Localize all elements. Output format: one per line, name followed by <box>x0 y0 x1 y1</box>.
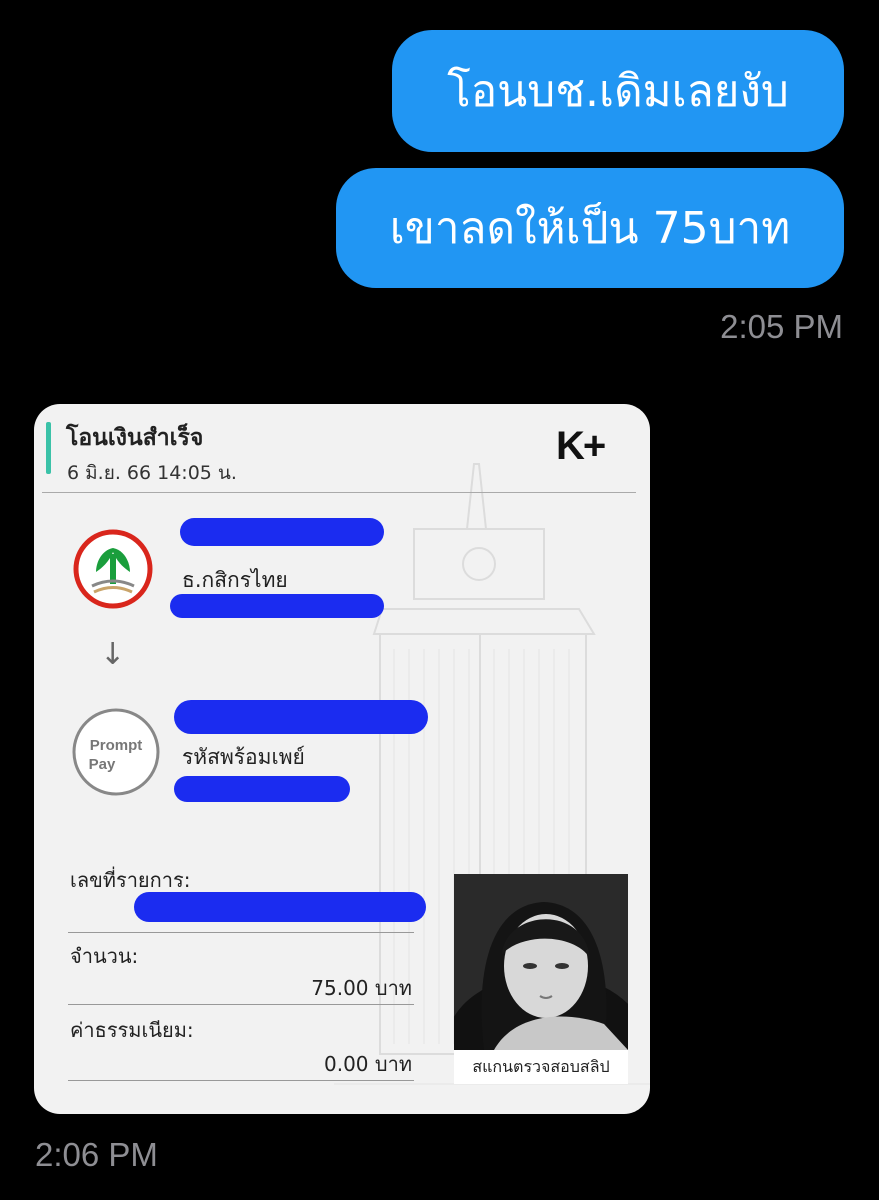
timestamp-received: 2:06 PM <box>35 1136 158 1173</box>
message-bubble-1[interactable]: โอนบช.เดิมเลยงับ <box>392 30 844 152</box>
kasikorn-bank-icon <box>73 529 153 609</box>
fee-value: 0.00 บาท <box>324 1052 412 1076</box>
amount-label: จำนวน: <box>70 944 139 968</box>
slip-title: โอนเงินสำเร็จ <box>66 425 204 451</box>
redaction-reference <box>134 892 426 922</box>
redaction-sender-account <box>170 594 384 618</box>
redaction-recipient-name <box>174 700 428 734</box>
redaction-sender-name <box>180 518 384 546</box>
recipient-service: รหัสพร้อมเพย์ <box>182 745 305 769</box>
header-divider <box>42 492 636 493</box>
arrow-down-icon: ↓ <box>100 637 126 672</box>
amount-value: 75.00 บาท <box>311 976 412 1000</box>
transfer-slip-image[interactable]: โอนเงินสำเร็จ 6 มิ.ย. 66 14:05 น. K+ ธ.ก… <box>34 404 650 1114</box>
timestamp-sent: 2:05 PM <box>720 308 843 345</box>
title-accent-bar <box>46 422 51 474</box>
kplus-logo: K+ <box>556 424 606 469</box>
portrait-image <box>446 874 646 1114</box>
message-bubble-2[interactable]: เขาลดให้เป็น 75บาท <box>336 168 844 288</box>
message-text-1: โอนบช.เดิมเลยงับ <box>447 66 789 117</box>
verification-photo: สแกนตรวจสอบสลิป <box>446 874 646 1114</box>
message-text-2: เขาลดให้เป็น 75บาท <box>389 203 791 254</box>
amount-underline <box>68 1004 414 1005</box>
reference-underline <box>68 932 414 933</box>
redaction-recipient-id <box>174 776 350 802</box>
qr-caption: สแกนตรวจสอบสลิป <box>472 1057 610 1076</box>
fee-label: ค่าธรรมเนียม: <box>70 1018 194 1042</box>
promptpay-logo-line-2: Pay <box>89 756 116 773</box>
fee-underline <box>68 1080 414 1081</box>
sender-bank-name: ธ.กสิกรไทย <box>182 568 288 592</box>
kplus-logo-text: K+ <box>556 424 606 468</box>
slip-date: 6 มิ.ย. 66 14:05 น. <box>67 462 237 484</box>
promptpay-icon: Prompt Pay <box>72 708 160 796</box>
promptpay-logo-line-1: Prompt <box>90 737 143 754</box>
